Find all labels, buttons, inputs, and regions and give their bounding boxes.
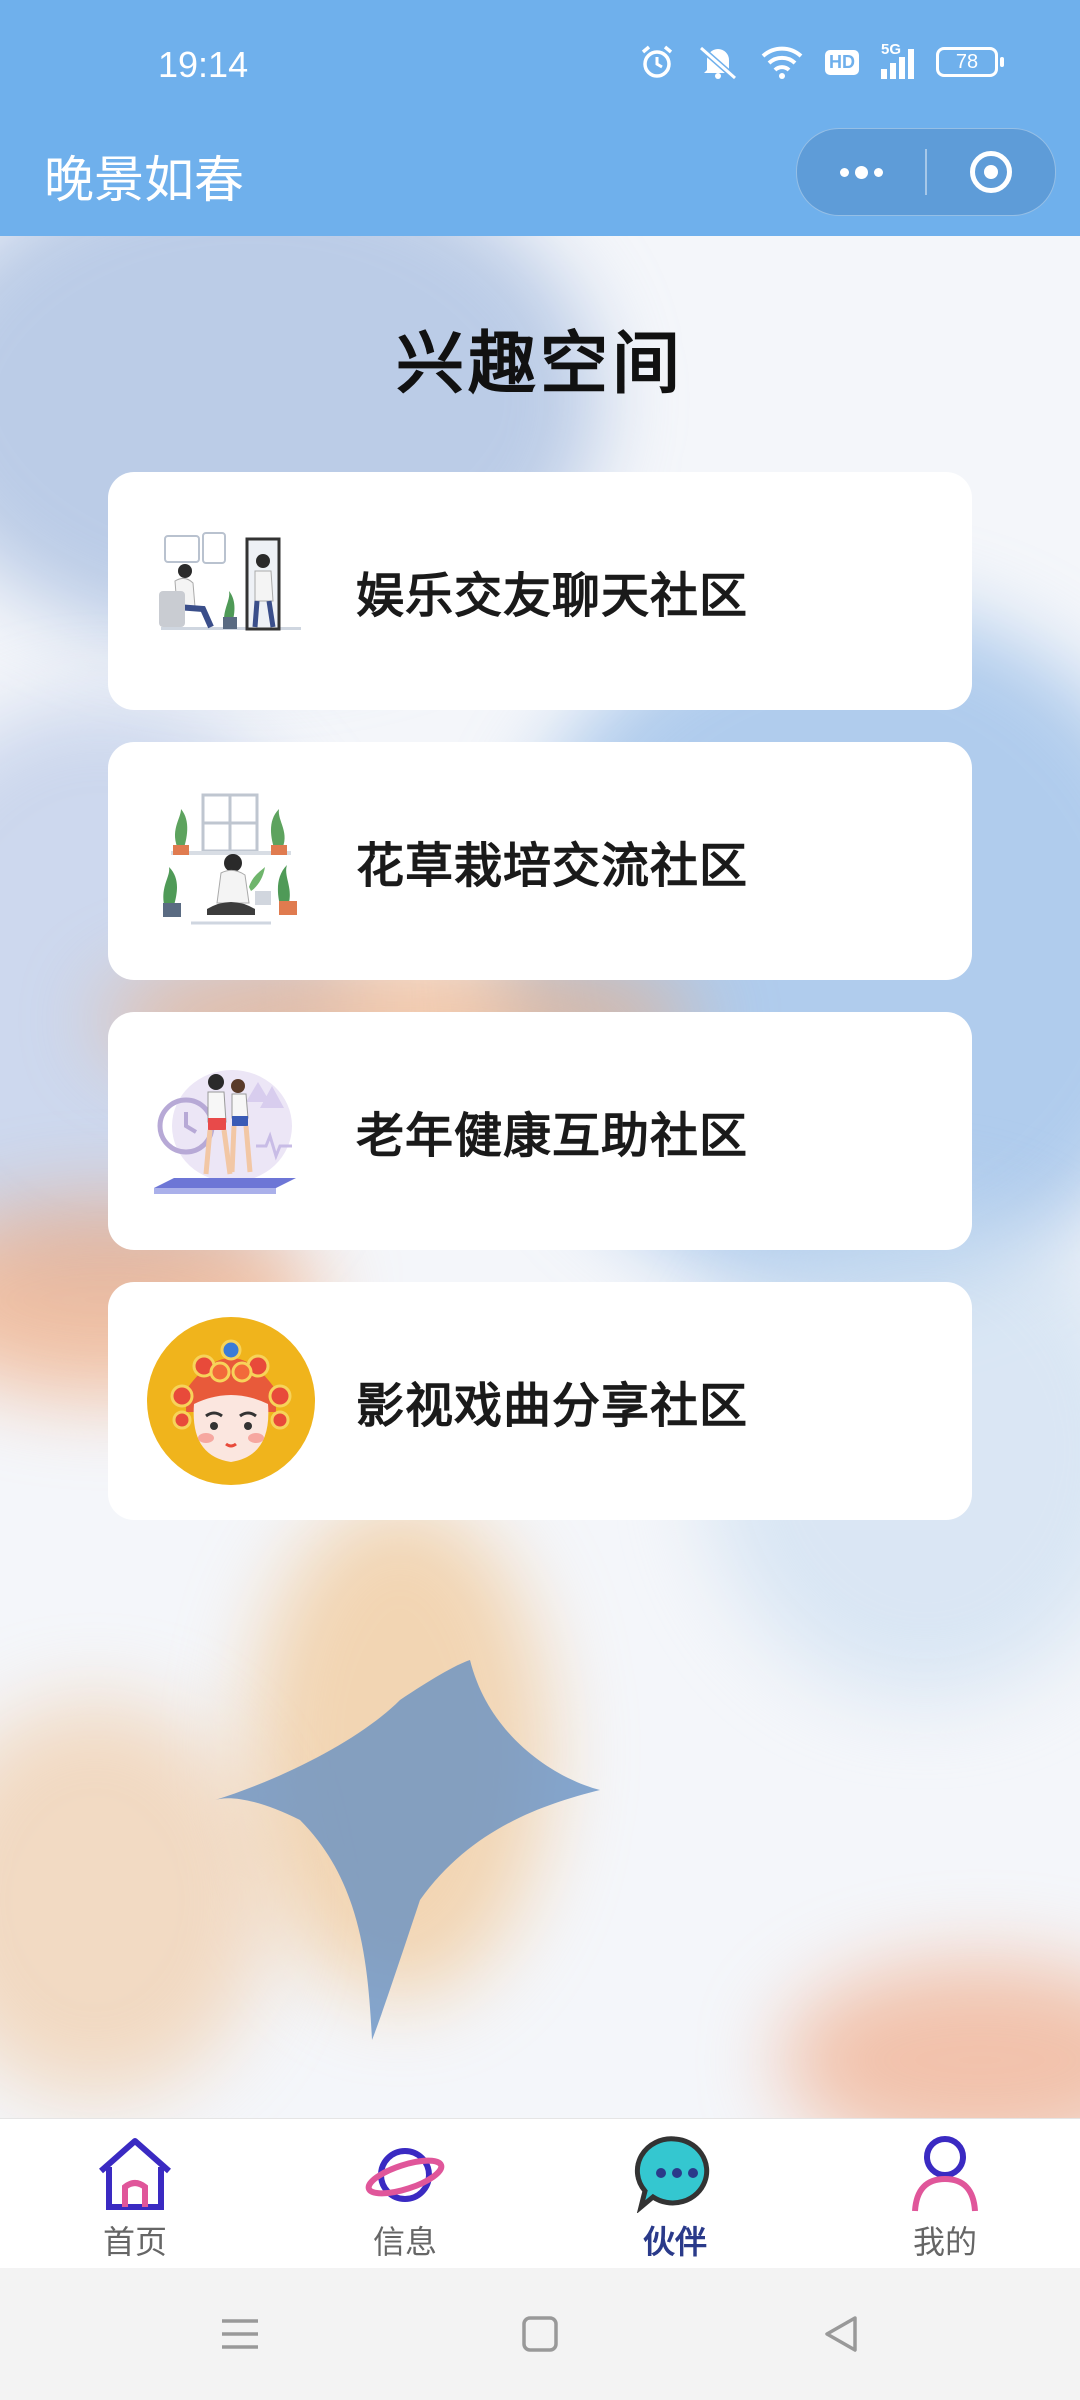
signal-icon: 5G	[881, 41, 914, 79]
mute-icon	[699, 45, 737, 80]
page-title: 兴趣空间	[395, 325, 684, 404]
fitness-illustration	[146, 1046, 316, 1216]
community-label: 影视戏曲分享社区	[356, 1378, 749, 1434]
home-icon	[99, 2138, 171, 2210]
community-label: 老年健康互助社区	[356, 1108, 749, 1164]
square-home-icon	[522, 2316, 558, 2352]
more-button[interactable]	[797, 129, 925, 215]
chat-bubble-icon	[634, 2136, 710, 2213]
community-card-opera[interactable]: 影视戏曲分享社区	[108, 1282, 972, 1520]
user-icon	[912, 2136, 978, 2212]
battery-icon: 78	[936, 47, 1004, 77]
recent-apps-button[interactable]	[90, 2317, 390, 2351]
status-icons: HD 5G 78	[639, 41, 1004, 80]
back-triangle-icon	[825, 2316, 857, 2352]
more-dots-icon	[839, 165, 883, 179]
community-card-health[interactable]: 老年健康互助社区	[108, 1012, 972, 1250]
network-type: 5G	[881, 41, 902, 58]
community-label: 花草栽培交流社区	[356, 838, 749, 894]
status-time: 19:14	[158, 44, 249, 85]
planet-icon	[365, 2148, 445, 2202]
tab-info[interactable]: 信息	[270, 2119, 540, 2269]
plant-care-illustration	[146, 776, 316, 946]
target-circle-icon	[969, 151, 1012, 193]
tab-label: 首页	[102, 2223, 167, 2261]
home-button[interactable]	[390, 2315, 690, 2353]
community-list: 娱乐交友聊天社区 花草栽培交流社区 老年健康互助社区 影视戏曲分享社区	[108, 472, 972, 1552]
community-label: 娱乐交友聊天社区	[356, 568, 749, 624]
community-card-chat[interactable]: 娱乐交友聊天社区	[108, 472, 972, 710]
system-nav-bar	[0, 2268, 1080, 2400]
opera-face-illustration	[146, 1316, 316, 1486]
app-title: 晚景如春	[44, 151, 244, 209]
status-bar: 19:14 HD 5G 78	[0, 0, 1080, 134]
community-card-plants[interactable]: 花草栽培交流社区	[108, 742, 972, 980]
tab-mine[interactable]: 我的	[810, 2119, 1080, 2269]
close-button[interactable]	[927, 129, 1055, 215]
mini-program-capsule	[796, 128, 1056, 216]
hd-icon: HD	[825, 49, 859, 75]
tab-label: 我的	[912, 2223, 977, 2261]
menu-lines-icon	[222, 2319, 258, 2349]
back-button[interactable]	[690, 2314, 990, 2354]
tab-label: 伙伴	[642, 2223, 707, 2261]
wifi-icon	[761, 46, 803, 79]
tab-home[interactable]: 首页	[0, 2119, 270, 2269]
tab-partners[interactable]: 伙伴	[540, 2119, 810, 2269]
friends-chat-illustration	[146, 506, 316, 676]
tab-label: 信息	[372, 2223, 437, 2261]
alarm-icon	[641, 45, 673, 78]
bottom-tab-bar: 首页 信息 伙伴 我的	[0, 2118, 1080, 2269]
